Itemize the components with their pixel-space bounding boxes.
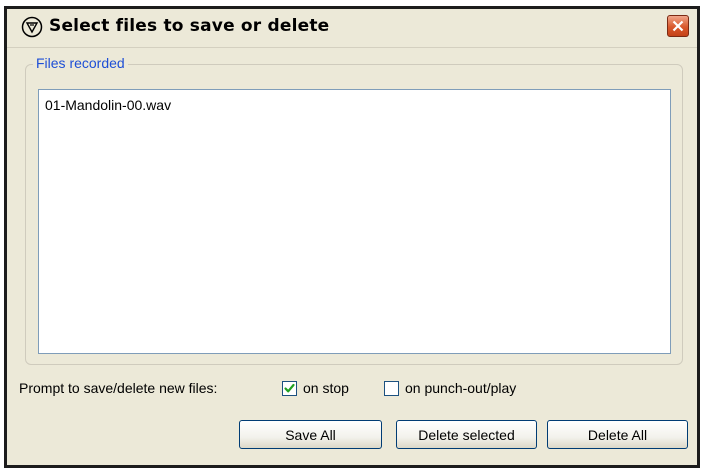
delete-all-button[interactable]: Delete All bbox=[547, 420, 688, 449]
delete-selected-button[interactable]: Delete selected bbox=[396, 420, 537, 449]
on-punch-out-label: on punch-out/play bbox=[405, 380, 517, 396]
close-icon bbox=[672, 20, 684, 32]
save-all-button[interactable]: Save All bbox=[239, 420, 382, 449]
file-list[interactable]: 01-Mandolin-00.wav bbox=[38, 89, 671, 354]
checkmark-icon bbox=[284, 383, 295, 393]
on-stop-checkbox[interactable] bbox=[282, 381, 297, 396]
dialog-title: Select files to save or delete bbox=[49, 16, 330, 36]
app-logo-icon bbox=[21, 16, 43, 38]
files-recorded-label: Files recorded bbox=[33, 55, 128, 71]
on-stop-label: on stop bbox=[303, 380, 349, 396]
file-list-item[interactable]: 01-Mandolin-00.wav bbox=[45, 97, 171, 113]
on-punch-out-checkbox[interactable] bbox=[384, 381, 399, 396]
prompt-label: Prompt to save/delete new files: bbox=[19, 380, 218, 396]
title-bar[interactable]: Select files to save or delete bbox=[7, 9, 697, 48]
close-button[interactable] bbox=[667, 15, 689, 37]
